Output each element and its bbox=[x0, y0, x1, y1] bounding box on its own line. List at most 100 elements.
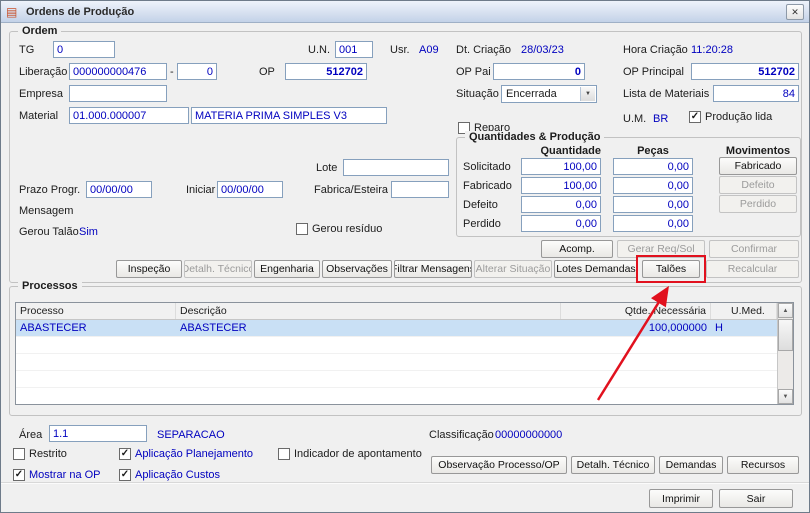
hora-criacao-value: 11:20:28 bbox=[691, 44, 734, 56]
filtrar-mensagens-button[interactable]: Filtrar Mensagens bbox=[394, 260, 472, 278]
demandas-button[interactable]: Demandas bbox=[659, 456, 723, 474]
prazo-progr-field[interactable]: 00/00/00 bbox=[86, 181, 152, 198]
quantidade-column-header: Quantidade bbox=[540, 145, 601, 157]
empresa-label: Empresa bbox=[19, 88, 64, 100]
sair-button[interactable]: Sair bbox=[719, 489, 793, 508]
perdido-quantidade-field[interactable]: 0,00 bbox=[521, 215, 601, 232]
close-button[interactable]: ✕ bbox=[786, 4, 804, 20]
fabricado-button[interactable]: Fabricado bbox=[719, 157, 797, 175]
scroll-up-icon[interactable]: ▲ bbox=[778, 303, 793, 318]
gerou-talao-value: Sim bbox=[79, 226, 98, 238]
situacao-select[interactable]: Encerrada ▼ bbox=[501, 85, 597, 103]
footer-divider bbox=[1, 482, 809, 484]
column-header-qtde-necessaria[interactable]: Qtde. Necessária bbox=[561, 303, 711, 319]
cell-umed: H bbox=[715, 322, 723, 334]
solicitado-pecas-field[interactable]: 0,00 bbox=[613, 158, 693, 175]
app-icon: ▤ bbox=[6, 4, 18, 19]
liberacao-field[interactable]: 000000000476 bbox=[69, 63, 167, 80]
restrito-label: Restrito bbox=[29, 448, 67, 460]
column-header-umed[interactable]: U.Med. bbox=[711, 303, 777, 319]
movimentos-column-header: Movimentos bbox=[725, 145, 791, 157]
detalh-tecnico-processo-button[interactable]: Detalh. Técnico bbox=[571, 456, 655, 474]
engenharia-button[interactable]: Engenharia bbox=[254, 260, 320, 278]
iniciar-field[interactable]: 00/00/00 bbox=[217, 181, 283, 198]
defeito-pecas-field[interactable]: 0,00 bbox=[613, 196, 693, 213]
observacoes-button[interactable]: Observações bbox=[322, 260, 392, 278]
column-header-processo[interactable]: Processo bbox=[16, 303, 176, 319]
solicitado-quantidade-field[interactable]: 100,00 bbox=[521, 158, 601, 175]
alterar-situacao-button: Alterar Situação bbox=[474, 260, 552, 278]
op-pai-field[interactable]: 0 bbox=[493, 63, 585, 80]
op-pai-label: OP Pai bbox=[456, 66, 491, 78]
chevron-down-icon[interactable]: ▼ bbox=[580, 87, 595, 101]
perdido-button: Perdido bbox=[719, 195, 797, 213]
indicador-apontamento-label: Indicador de apontamento bbox=[294, 448, 422, 460]
lote-field[interactable] bbox=[343, 159, 449, 176]
check-icon: ✓ bbox=[119, 469, 131, 481]
restrito-checkbox[interactable]: Restrito bbox=[13, 448, 67, 460]
producao-lida-checkbox[interactable]: ✓ Produção lida bbox=[689, 111, 772, 123]
scroll-thumb[interactable] bbox=[778, 319, 793, 351]
usr-label: Usr. bbox=[390, 44, 410, 56]
material-code-field[interactable]: 01.000.000007 bbox=[69, 107, 189, 124]
observacao-processo-op-button[interactable]: Observação Processo/OP bbox=[431, 456, 567, 474]
imprimir-button[interactable]: Imprimir bbox=[649, 489, 713, 508]
lotes-demandas-button[interactable]: Lotes Demandas bbox=[554, 260, 638, 278]
check-icon: ✓ bbox=[689, 111, 701, 123]
cell-processo: ABASTECER bbox=[20, 322, 87, 334]
indicador-apontamento-checkbox[interactable]: Indicador de apontamento bbox=[278, 448, 422, 460]
dt-criacao-label: Dt. Criação bbox=[456, 44, 512, 56]
producao-lida-label: Produção lida bbox=[705, 111, 773, 123]
aplicacao-planejamento-label: Aplicação Planejamento bbox=[135, 448, 254, 460]
acomp-button[interactable]: Acomp. bbox=[541, 240, 613, 258]
material-descricao-field[interactable]: MATERIA PRIMA SIMPLES V3 bbox=[191, 107, 387, 124]
defeito-quantidade-field[interactable]: 0,00 bbox=[521, 196, 601, 213]
lista-materiais-field[interactable]: 84 bbox=[713, 85, 799, 102]
fabrica-esteira-field[interactable] bbox=[391, 181, 449, 198]
checkbox-box bbox=[296, 223, 308, 235]
area-label: Área bbox=[19, 429, 43, 441]
op-field[interactable]: 512702 bbox=[285, 63, 367, 80]
table-scrollbar[interactable]: ▲ ▼ bbox=[777, 303, 793, 404]
situacao-selected-value: Encerrada bbox=[506, 88, 557, 100]
column-header-descricao[interactable]: Descrição bbox=[176, 303, 561, 319]
table-header: Processo Descrição Qtde. Necessária U.Me… bbox=[16, 303, 793, 320]
classificacao-value: 00000000000 bbox=[495, 429, 563, 441]
un-field[interactable]: 001 bbox=[335, 41, 373, 58]
fabricado-quantidade-field[interactable]: 100,00 bbox=[521, 177, 601, 194]
liberacao-seq-field[interactable]: 0 bbox=[177, 63, 217, 80]
titlebar[interactable]: ▤ Ordens de Produção ✕ bbox=[1, 1, 809, 23]
classificacao-label: Classificação bbox=[429, 429, 494, 441]
recursos-button[interactable]: Recursos bbox=[727, 456, 799, 474]
mostrar-na-op-label: Mostrar na OP bbox=[29, 469, 101, 481]
fabricado-pecas-field[interactable]: 0,00 bbox=[613, 177, 693, 194]
tg-field[interactable]: 0 bbox=[53, 41, 115, 58]
ordens-producao-window: ▤ Ordens de Produção ✕ Ordem TG 0 U.N. 0… bbox=[0, 0, 810, 513]
aplicacao-custos-checkbox[interactable]: ✓ Aplicação Custos bbox=[119, 469, 220, 481]
op-principal-field[interactable]: 512702 bbox=[691, 63, 799, 80]
quantidades-group-legend: Quantidades & Produção bbox=[465, 131, 605, 143]
empresa-field[interactable] bbox=[69, 85, 167, 102]
lote-label: Lote bbox=[316, 162, 338, 174]
hora-criacao-label: Hora Criação bbox=[623, 44, 688, 56]
gerou-talao-label: Gerou Talão bbox=[19, 226, 79, 238]
area-field[interactable]: 1.1 bbox=[49, 425, 147, 442]
gerou-residuo-checkbox[interactable]: Gerou resíduo bbox=[296, 223, 382, 235]
perdido-pecas-field[interactable]: 0,00 bbox=[613, 215, 693, 232]
checkbox-box bbox=[13, 448, 25, 460]
aplicacao-custos-label: Aplicação Custos bbox=[135, 469, 220, 481]
table-row-empty bbox=[16, 388, 793, 404]
gerou-residuo-label: Gerou resíduo bbox=[312, 223, 383, 235]
lista-materiais-label: Lista de Materiais bbox=[623, 88, 710, 100]
inspecao-button[interactable]: Inspeção bbox=[116, 260, 182, 278]
checkbox-box bbox=[278, 448, 290, 460]
table-row-empty bbox=[16, 371, 793, 388]
taloes-button[interactable]: Talões bbox=[642, 260, 700, 278]
window-title: Ordens de Produção bbox=[26, 5, 135, 18]
scroll-down-icon[interactable]: ▼ bbox=[778, 389, 793, 404]
perdido-label: Perdido bbox=[463, 218, 501, 230]
aplicacao-planejamento-checkbox[interactable]: ✓ Aplicação Planejamento bbox=[119, 448, 253, 460]
defeito-label: Defeito bbox=[463, 199, 498, 211]
table-row[interactable]: ABASTECER ABASTECER 100,000000 H bbox=[16, 320, 793, 337]
mostrar-na-op-checkbox[interactable]: ✓ Mostrar na OP bbox=[13, 469, 101, 481]
